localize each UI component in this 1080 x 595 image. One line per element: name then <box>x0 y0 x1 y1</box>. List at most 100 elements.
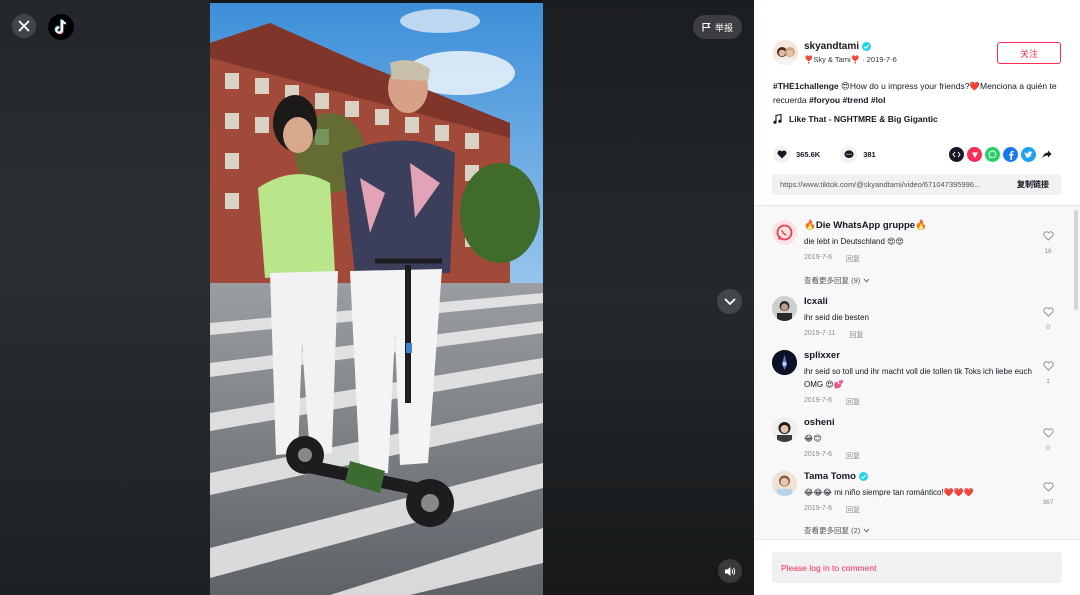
share-more-button[interactable] <box>1039 147 1054 162</box>
comment-like-button[interactable]: 0 <box>1040 304 1056 331</box>
author-username[interactable]: skyandtami <box>804 41 872 52</box>
commenter-name[interactable]: Icxali <box>804 296 828 307</box>
comment-meta: 2019-7-6 回复 <box>804 254 860 264</box>
commenter-name-text: osheni <box>804 417 835 428</box>
verified-icon <box>858 472 868 481</box>
engagement-stats: 365.6K 381 <box>773 146 876 163</box>
hashtag-the1challenge[interactable]: #THE1challenge <box>773 81 839 91</box>
volume-button[interactable] <box>718 559 742 583</box>
share-embed-button[interactable] <box>949 147 964 162</box>
commenter-avatar[interactable] <box>772 220 797 245</box>
commenter-name[interactable]: 🔥Die WhatsApp gruppe🔥 <box>804 220 927 231</box>
comments-scrollbar[interactable] <box>1074 210 1078 310</box>
send-icon <box>971 152 978 158</box>
comment-login-bar: Please log in to comment <box>754 539 1080 595</box>
whatsapp-avatar-icon <box>776 224 793 241</box>
tiktok-logo-icon <box>54 19 67 35</box>
heart-outline-icon <box>1042 482 1054 492</box>
report-button[interactable]: 举报 <box>693 15 742 39</box>
embed-code-icon <box>952 151 961 158</box>
hashtag-foryou[interactable]: #foryou <box>809 95 840 105</box>
comment-date: 2019-7-6 <box>804 397 833 404</box>
video-frame-image <box>210 3 543 595</box>
music-link[interactable]: Like That - NGHTMRE & Big Gigantic <box>773 114 938 124</box>
tiktok-logo[interactable] <box>48 14 74 40</box>
commenter-name[interactable]: Tama Tomo <box>804 471 868 482</box>
hashtag-lol[interactable]: #lol <box>871 95 886 105</box>
reply-button[interactable]: 回复 <box>846 451 860 461</box>
twitter-icon <box>1024 150 1033 158</box>
reply-button[interactable]: 回复 <box>846 397 860 407</box>
login-to-comment-button[interactable]: Please log in to comment <box>772 552 1062 583</box>
video-link-url[interactable]: https://www.tiktok.com/@skyandtami/video… <box>772 180 1005 189</box>
video-player[interactable] <box>210 3 543 595</box>
comment-button[interactable] <box>840 146 858 163</box>
chevron-down-icon <box>863 278 870 283</box>
comment-like-count: 0 <box>1046 445 1050 452</box>
view-more-replies[interactable]: 查看更多回复 (2) <box>804 525 870 536</box>
video-pane: 举报 <box>0 0 754 595</box>
comment-text: 😂😂😂 mi niño siempre tan romántico!❤️❤️❤️ <box>804 488 974 497</box>
reply-button[interactable]: 回复 <box>846 505 860 515</box>
commenter-name-text: splixxer <box>804 350 840 361</box>
author-avatar[interactable] <box>773 40 798 65</box>
author-username-text: skyandtami <box>804 41 860 52</box>
copy-link-button[interactable]: 复制链接 <box>1005 179 1061 190</box>
comment-date: 2019-7-6 <box>804 505 833 512</box>
commenter-name-text: 🔥Die WhatsApp gruppe🔥 <box>804 220 927 231</box>
facebook-icon <box>1008 150 1014 160</box>
comment-like-button[interactable]: 0 <box>1040 425 1056 452</box>
commenter-avatar[interactable] <box>772 296 797 321</box>
share-whatsapp-button[interactable] <box>985 147 1000 162</box>
comment-meta: 2019-7-6 回复 <box>804 451 860 461</box>
close-button[interactable] <box>12 14 36 38</box>
comment-list[interactable]: 🔥Die WhatsApp gruppe🔥 die lebt in Deutsc… <box>754 205 1080 539</box>
commenter-avatar[interactable] <box>772 471 797 496</box>
comment-like-button[interactable]: 367 <box>1040 479 1056 506</box>
view-more-replies-label: 查看更多回复 (9) <box>804 276 861 285</box>
commenter-name[interactable]: splixxer <box>804 350 840 361</box>
comment-like-count: 18 <box>1044 248 1052 255</box>
comment-like-count: 367 <box>1042 499 1054 506</box>
flag-icon <box>702 22 711 32</box>
share-twitter-button[interactable] <box>1021 147 1036 162</box>
hashtag-trend[interactable]: #trend <box>842 95 868 105</box>
video-blur-backdrop-left <box>0 0 210 595</box>
author-avatar-image <box>773 40 798 65</box>
avatar-image <box>772 296 797 321</box>
comment-date: 2019-7-6 <box>804 254 833 261</box>
comment-like-count: 0 <box>1046 324 1050 331</box>
comment-like-button[interactable]: 18 <box>1040 228 1056 255</box>
comment-like-count: 1 <box>1046 378 1050 385</box>
share-friends-button[interactable] <box>967 147 982 162</box>
comment-like-button[interactable]: 1 <box>1040 358 1056 385</box>
heart-icon <box>777 150 786 159</box>
heart-outline-icon <box>1042 361 1054 371</box>
heart-outline-icon <box>1042 231 1054 241</box>
next-video-button[interactable] <box>717 289 742 314</box>
like-count: 365.6K <box>796 150 821 159</box>
music-note-icon <box>773 114 782 124</box>
reply-button[interactable]: 回复 <box>846 254 860 264</box>
commenter-avatar[interactable] <box>772 417 797 442</box>
commenter-avatar[interactable] <box>772 350 797 375</box>
video-link-box: https://www.tiktok.com/@skyandtami/video… <box>772 174 1061 195</box>
chevron-down-icon <box>863 528 870 533</box>
close-icon <box>18 20 30 32</box>
author-nickname: ❣️Sky & Tami❣️ <box>804 55 861 64</box>
comment-text: die lebt in Deutschland 😍😍 <box>804 237 904 246</box>
comment-count: 381 <box>863 150 876 159</box>
commenter-name-text: Tama Tomo <box>804 471 856 482</box>
commenter-name[interactable]: osheni <box>804 417 835 428</box>
follow-button[interactable]: 关注 <box>997 42 1061 64</box>
view-more-replies[interactable]: 查看更多回复 (9) <box>804 275 870 286</box>
comment-meta: 2019-7-6 回复 <box>804 397 860 407</box>
comment-icon <box>844 150 854 158</box>
reply-button[interactable]: 回复 <box>849 330 863 340</box>
comment-date: 2019-7-11 <box>804 330 836 337</box>
like-button[interactable] <box>773 146 790 163</box>
details-panel: skyandtami ❣️Sky & Tami❣️ · 2019-7-6 关注 … <box>754 0 1080 595</box>
share-facebook-button[interactable] <box>1003 147 1018 162</box>
verified-icon <box>862 42 872 51</box>
author-subline: ❣️Sky & Tami❣️ · 2019-7-6 <box>804 55 897 64</box>
